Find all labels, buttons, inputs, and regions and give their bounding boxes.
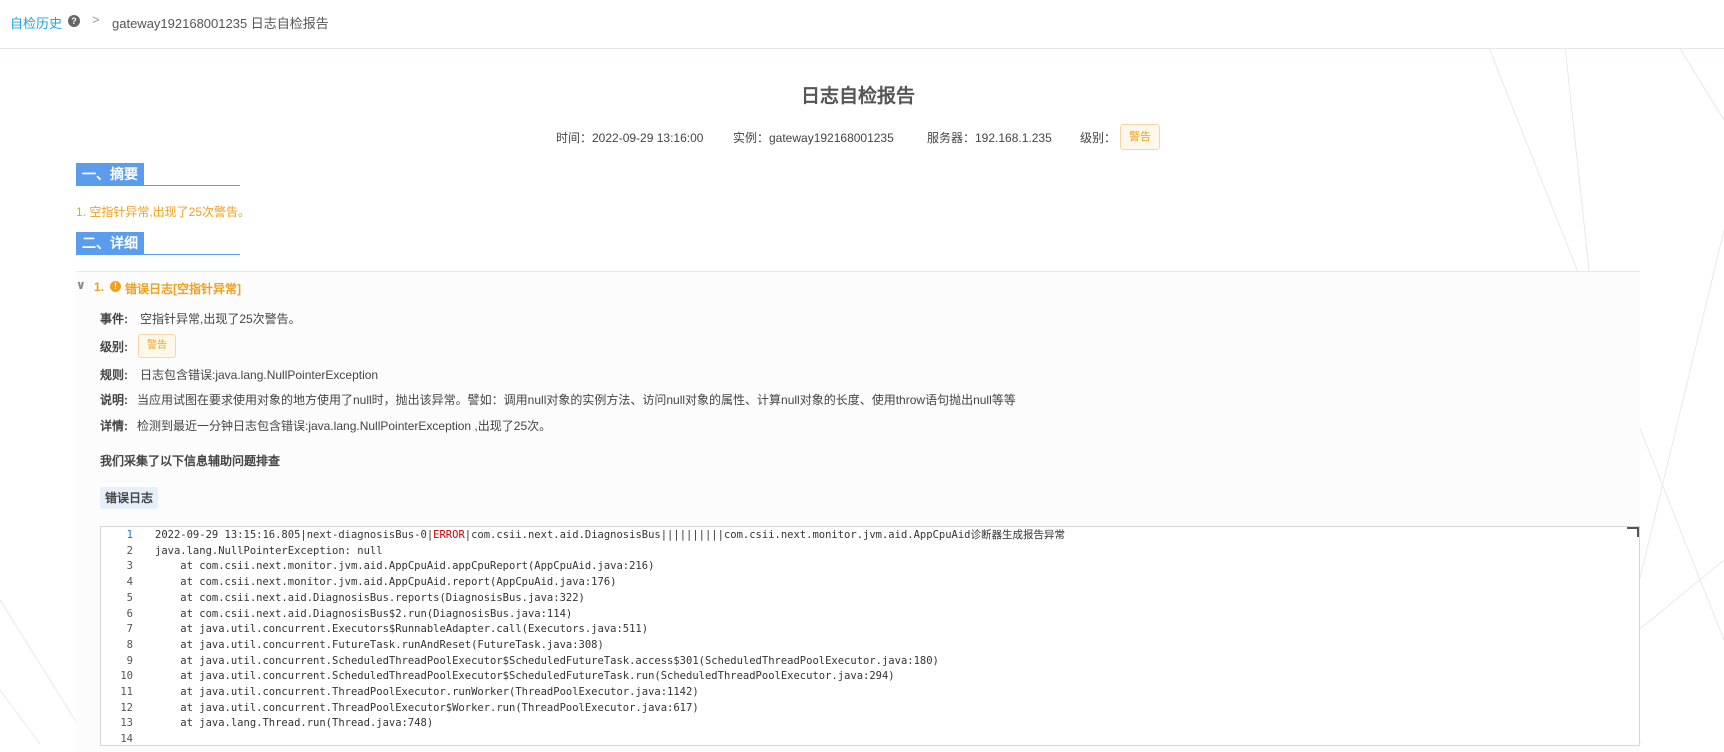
rule-label: 规则: — [100, 368, 128, 382]
code-text: at java.util.concurrent.ScheduledThreadP… — [155, 668, 895, 684]
detail-index: 1. — [94, 280, 105, 294]
event-label: 事件: — [100, 312, 128, 326]
code-segment: java.lang.NullPointerException: null — [155, 544, 383, 557]
report-content: 日志自检报告 时间：2022-09-29 13:16:00 实例：gateway… — [0, 48, 1724, 752]
line-number: 12 — [120, 701, 133, 714]
code-line: 7 at java.util.concurrent.Executors$Runn… — [101, 621, 1639, 637]
section-underline — [76, 254, 240, 255]
code-text: at java.util.concurrent.ScheduledThreadP… — [155, 653, 939, 669]
report-time: 时间：2022-09-29 13:16:00 — [556, 131, 704, 145]
code-line: 10 at java.util.concurrent.ScheduledThre… — [101, 668, 1639, 684]
line-number: 6 — [126, 607, 133, 620]
event-value: 空指针异常,出现了25次警告。 — [140, 312, 301, 326]
code-segment: at java.lang.Thread.run(Thread.java:748) — [155, 717, 434, 730]
code-segment: at com.csii.next.monitor.jvm.aid.AppCpuA… — [155, 576, 617, 589]
description-value: 当应用试图在要求使用对象的地方使用了null时，抛出该异常。譬如：调用null对… — [137, 393, 1016, 407]
level-label: 级别: — [100, 340, 128, 354]
warning-icon: ! — [110, 281, 121, 292]
line-number: 5 — [126, 591, 133, 604]
help-icon[interactable]: ? — [68, 15, 80, 27]
line-number: 7 — [126, 623, 133, 636]
line-number: 4 — [126, 576, 133, 589]
code-line: 2 java.lang.NullPointerException: null — [101, 543, 1639, 559]
line-number: 1 — [126, 529, 133, 541]
chevron-right-icon: > — [92, 12, 100, 27]
detail-title: 错误日志[空指针异常] — [125, 282, 241, 296]
summary-item: 1. 空指针异常,出现了25次警告。 — [76, 205, 251, 219]
code-line: 3 at com.csii.next.monitor.jvm.aid.AppCp… — [101, 558, 1639, 574]
collapse-header[interactable]: ∨ 1. ! 错误日志[空指针异常] — [76, 278, 316, 298]
code-line: 13 at java.lang.Thread.run(Thread.java:7… — [101, 715, 1639, 731]
page-title: 日志自检报告 — [800, 86, 915, 107]
code-text: 2022-09-29 13:15:16.805|next-diagnosisBu… — [155, 527, 1065, 543]
section-underline — [76, 185, 240, 186]
line-number: 13 — [120, 717, 133, 730]
line-number: 10 — [120, 670, 133, 683]
code-segment: at java.util.concurrent.FutureTask.runAn… — [155, 638, 604, 651]
code-segment: at java.util.concurrent.ScheduledThreadP… — [155, 670, 895, 683]
line-number: 8 — [126, 638, 133, 651]
line-number: 9 — [126, 654, 133, 667]
report-level-label: 级别： — [1080, 131, 1117, 145]
info-value: 检测到最近一分钟日志包含错误:java.lang.NullPointerExce… — [137, 419, 552, 433]
error-level-keyword: ERROR — [433, 529, 465, 541]
code-text: java.lang.NullPointerException: null — [155, 543, 383, 559]
breadcrumb: 自检历史 ? > gateway192168001235 日志自检报告 — [0, 0, 1724, 49]
code-line: 12 at java.util.concurrent.ThreadPoolExe… — [101, 700, 1639, 716]
breadcrumb-current: gateway192168001235 日志自检报告 — [112, 16, 329, 31]
code-segment: at com.csii.next.monitor.jvm.aid.AppCpuA… — [155, 560, 655, 573]
code-line: 11 at java.util.concurrent.ThreadPoolExe… — [101, 684, 1639, 700]
code-line: 5 at com.csii.next.aid.DiagnosisBus.repo… — [101, 590, 1639, 606]
line-number: 3 — [126, 560, 133, 573]
code-text: at java.util.concurrent.FutureTask.runAn… — [155, 637, 604, 653]
info-label: 详情: — [100, 419, 128, 433]
code-line: 1 2022-09-29 13:15:16.805|next-diagnosisB… — [101, 527, 1639, 543]
code-line: 6 at com.csii.next.aid.DiagnosisBus$2.ru… — [101, 606, 1639, 622]
line-number: 11 — [120, 686, 133, 698]
code-line: 4 at com.csii.next.monitor.jvm.aid.AppCp… — [101, 574, 1639, 590]
code-text: at com.csii.next.aid.DiagnosisBus.report… — [155, 590, 585, 606]
line-number: 2 — [126, 544, 133, 557]
code-text: at java.util.concurrent.Executors$Runnab… — [155, 621, 648, 637]
collect-note: 我们采集了以下信息辅助问题排查 — [100, 454, 281, 468]
code-segment: at java.util.concurrent.ScheduledThreadP… — [155, 654, 939, 667]
breadcrumb-link-history[interactable]: 自检历史 — [10, 13, 62, 32]
status-badge: 警告 — [138, 334, 176, 358]
code-text: at com.csii.next.monitor.jvm.aid.AppCpuA… — [155, 558, 654, 574]
code-segment: at com.csii.next.aid.DiagnosisBus.report… — [155, 591, 585, 604]
tab-error-log[interactable]: 错误日志 — [100, 487, 159, 509]
code-line: 9 at java.util.concurrent.ScheduledThrea… — [101, 653, 1639, 669]
code-text: at java.lang.Thread.run(Thread.java:748) — [155, 715, 433, 731]
code-segment: at java.util.concurrent.Executors$Runnab… — [155, 623, 649, 636]
report-instance: 实例：gateway192168001235 — [733, 131, 894, 145]
rule-value: 日志包含错误:java.lang.NullPointerException — [140, 368, 379, 382]
code-line: 8 at java.util.concurrent.FutureTask.run… — [101, 637, 1639, 653]
code-text: at java.util.concurrent.ThreadPoolExecut… — [155, 684, 699, 700]
section-heading-summary: 一、摘要 — [76, 163, 144, 185]
section-heading-detail: 二、详细 — [76, 232, 144, 254]
code-segment: at java.util.concurrent.ThreadPoolExecut… — [155, 701, 699, 714]
log-code-viewer[interactable]: 1 2022-09-29 13:15:16.805|next-diagnosisB… — [100, 526, 1640, 746]
code-segment: at java.util.concurrent.ThreadPoolExecut… — [155, 686, 699, 698]
status-badge: 警告 — [1120, 124, 1160, 150]
code-segment: at com.csii.next.aid.DiagnosisBus$2.run(… — [155, 607, 573, 620]
report-server: 服务器：192.168.1.235 — [927, 131, 1052, 145]
chevron-down-icon[interactable]: ∨ — [76, 278, 86, 292]
code-segment: |com.csii.next.aid.DiagnosisBus|||||||||… — [464, 529, 1065, 541]
code-text: at com.csii.next.aid.DiagnosisBus$2.run(… — [155, 606, 572, 622]
description-label: 说明: — [100, 393, 128, 407]
code-segment: 2022-09-29 13:15:16.805|next-diagnosisBu… — [155, 529, 434, 541]
code-text: at com.csii.next.monitor.jvm.aid.AppCpuA… — [155, 574, 616, 590]
code-text: at java.util.concurrent.ThreadPoolExecut… — [155, 700, 699, 716]
